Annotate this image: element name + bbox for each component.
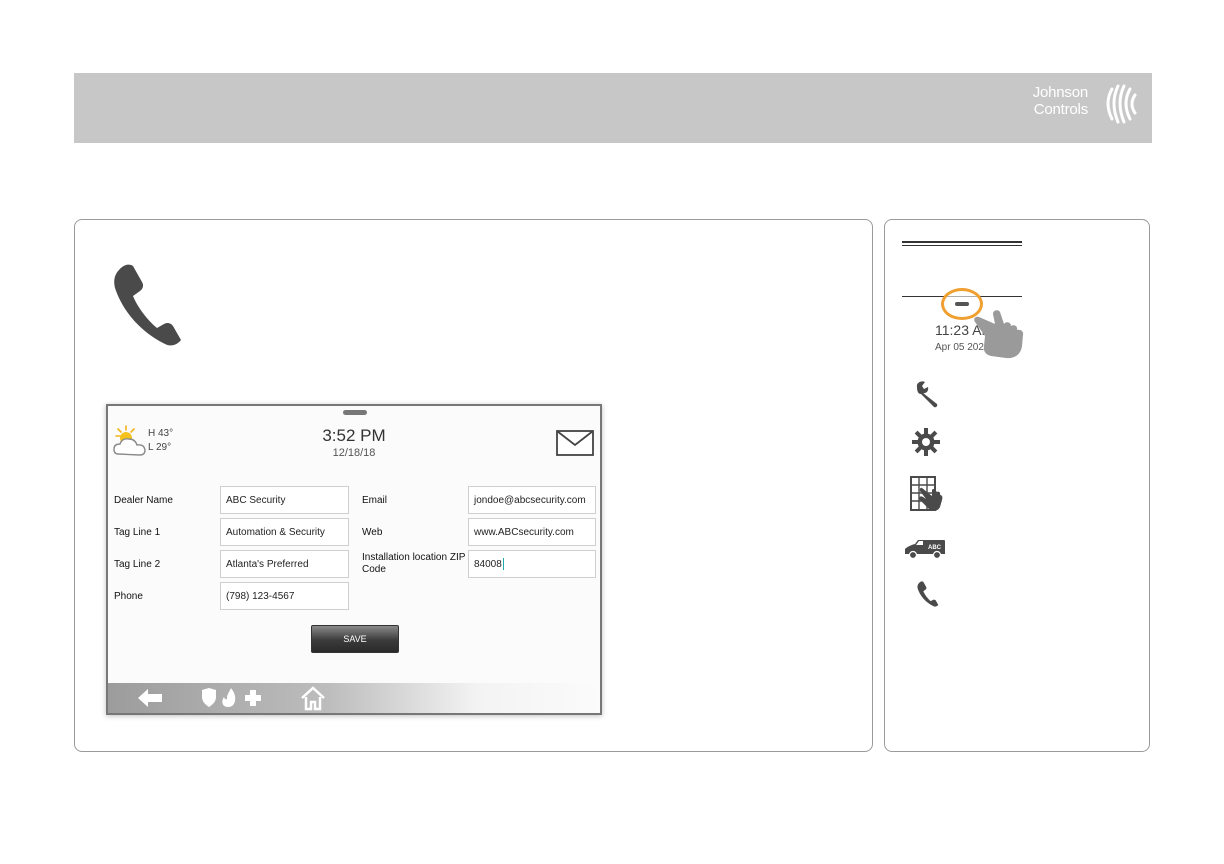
zip-code-field[interactable]: 84008: [468, 550, 596, 578]
dealer-name-value: ABC Security: [226, 494, 286, 506]
zip-code-label: Installation location ZIP Code: [362, 552, 466, 575]
email-label: Email: [362, 495, 388, 506]
tag-line-2-field[interactable]: Atlanta's Preferred: [220, 550, 349, 578]
van-badge-text: ABC: [928, 545, 942, 551]
phone-icon: [114, 264, 181, 346]
touch-grid-icon[interactable]: [910, 476, 944, 512]
text-caret: [502, 558, 504, 570]
header-banner: Johnson Controls: [74, 73, 1152, 143]
tag-line-1-value: Automation & Security: [226, 526, 325, 538]
gear-icon[interactable]: [911, 427, 941, 457]
logo-mark-icon: [1106, 84, 1137, 124]
touchscreen-panel: H 43° L 29° 3:52 PM 12/18/18 Dealer Name…: [106, 404, 602, 715]
tag-line-1-label: Tag Line 1: [114, 527, 161, 538]
back-arrow-icon[interactable]: [136, 687, 164, 709]
tag-line-1-field[interactable]: Automation & Security: [220, 518, 349, 546]
tag-line-2-value: Atlanta's Preferred: [226, 558, 309, 570]
dealer-name-label: Dealer Name: [114, 495, 173, 506]
save-button[interactable]: SAVE: [311, 625, 399, 653]
home-icon[interactable]: [300, 685, 326, 711]
email-value: jondoe@abcsecurity.com: [474, 494, 586, 506]
bottom-nav-bar: [108, 683, 600, 713]
emergency-panic-icons[interactable]: [200, 687, 270, 709]
main-panel: H 43° L 29° 3:52 PM 12/18/18 Dealer Name…: [74, 219, 873, 752]
phone-value: (798) 123-4567: [226, 590, 295, 602]
logo-line-2: Controls: [1033, 101, 1088, 118]
tag-line-2-label: Tag Line 2: [114, 559, 161, 570]
side-panel: 11:23 AM Apr 05 2021 ABC: [884, 219, 1150, 752]
pull-down-handle[interactable]: [955, 302, 969, 306]
divider-line: [902, 245, 1022, 246]
johnson-controls-logo: Johnson Controls: [1018, 82, 1138, 134]
clock-date: 12/18/18: [332, 447, 376, 459]
logo-line-1: Johnson: [1032, 84, 1089, 101]
pull-down-handle[interactable]: [343, 410, 367, 415]
dealer-van-icon[interactable]: ABC: [904, 538, 946, 560]
web-field[interactable]: www.ABCsecurity.com: [468, 518, 596, 546]
zip-code-value: 84008: [474, 558, 502, 570]
wrench-icon[interactable]: [913, 380, 941, 408]
web-label: Web: [362, 527, 383, 538]
pointing-hand-icon: [974, 310, 1024, 359]
dealer-name-field[interactable]: ABC Security: [220, 486, 349, 514]
divider-line: [902, 241, 1022, 243]
page: Johnson Controls H 43° L 29° 3:52 PM 12/…: [0, 0, 1224, 864]
web-value: www.ABCsecurity.com: [474, 526, 574, 538]
email-field[interactable]: jondoe@abcsecurity.com: [468, 486, 596, 514]
phone-field[interactable]: (798) 123-4567: [220, 582, 349, 610]
phone-label: Phone: [114, 591, 143, 602]
mail-icon[interactable]: [556, 430, 594, 456]
clock-time: 3:52 PM: [322, 426, 386, 445]
phone-icon[interactable]: [917, 580, 939, 608]
